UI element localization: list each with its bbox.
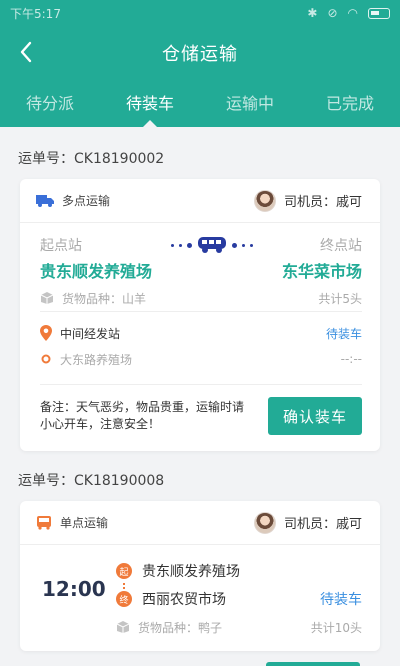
cargo-box-icon: [40, 292, 54, 304]
order-note: 备注：天气恶劣，物品贵重，运输时请小心开车，注意安全！: [40, 400, 245, 431]
header: 下午5:17 ✱ ⊘ ◠ 仓储运输 待分派 待装车 运输中 已完成: [0, 0, 400, 127]
start-marker-icon: 起: [116, 563, 132, 579]
waybill-number: 运单号：CK18190008: [18, 473, 165, 489]
mute-icon: ⊘: [327, 6, 338, 20]
truck-icon: [36, 194, 54, 207]
end-station: 东华菜市场: [281, 262, 362, 281]
ring-dot-icon: [41, 354, 51, 364]
intermediate-status: 待装车: [325, 326, 362, 341]
route-indicator: [152, 233, 272, 257]
transport-type: 多点运输: [62, 194, 111, 208]
location-pin-icon: [40, 325, 52, 341]
goods-count: 共计10头: [310, 620, 362, 635]
start-station: 贵东顺发养殖场: [40, 262, 153, 281]
end-station: 西丽农贸市场: [142, 592, 226, 608]
bluetooth-icon: ✱: [307, 6, 318, 20]
goods-type: 货物品种：鸭子: [138, 620, 223, 635]
tab-pending-loading[interactable]: 待装车: [100, 80, 200, 127]
goods-count: 共计5头: [318, 291, 362, 306]
waybill-number: 运单号：CK18190002: [18, 151, 165, 167]
end-station-label: 终点站: [320, 238, 362, 254]
intermediate-station-label: 中间经发站: [60, 326, 121, 341]
page-title: 仓储运输: [162, 44, 238, 65]
wifi-icon: ◠: [347, 6, 358, 20]
status-bar: 下午5:17 ✱ ⊘ ◠: [0, 0, 400, 26]
start-station-label: 起点站: [40, 238, 82, 254]
transport-type: 单点运输: [60, 516, 109, 530]
intermediate-station: 大东路养殖场: [60, 352, 133, 367]
tab-completed[interactable]: 已完成: [300, 80, 400, 127]
order-card[interactable]: 多点运输 司机员：戚可 起点站 终点站 贵东顺发养殖场 东华菜市场 货物品种：山…: [20, 179, 380, 451]
departure-time: 12:00: [42, 577, 106, 601]
confirm-loading-button[interactable]: [266, 662, 360, 666]
avatar: [253, 511, 276, 534]
avatar: [253, 189, 276, 212]
intermediate-time: --:--: [340, 352, 362, 366]
back-button[interactable]: [12, 38, 40, 66]
battery-icon: [368, 7, 390, 19]
bus-icon: [198, 237, 226, 253]
end-marker-icon: 终: [116, 591, 132, 607]
tab-pending-dispatch[interactable]: 待分派: [0, 80, 100, 127]
order-status: 待装车: [320, 592, 362, 608]
status-time: 下午5:17: [10, 6, 61, 21]
tab-in-transit[interactable]: 运输中: [200, 80, 300, 127]
cargo-box-icon: [116, 621, 130, 633]
order-card[interactable]: 单点运输 司机员：戚可 12:00 起 贵东顺发养殖场 终 西丽农贸市场 待装车: [20, 501, 380, 651]
bus-icon: [37, 515, 51, 530]
goods-type: 货物品种：山羊: [62, 291, 147, 306]
start-station: 贵东顺发养殖场: [142, 564, 240, 580]
confirm-loading-button[interactable]: 确认装车: [268, 397, 362, 435]
tab-bar: 待分派 待装车 运输中 已完成: [0, 80, 400, 127]
chevron-left-icon: [20, 41, 32, 63]
driver-name: 司机员：戚可: [283, 195, 362, 210]
driver-name: 司机员：戚可: [283, 517, 362, 532]
